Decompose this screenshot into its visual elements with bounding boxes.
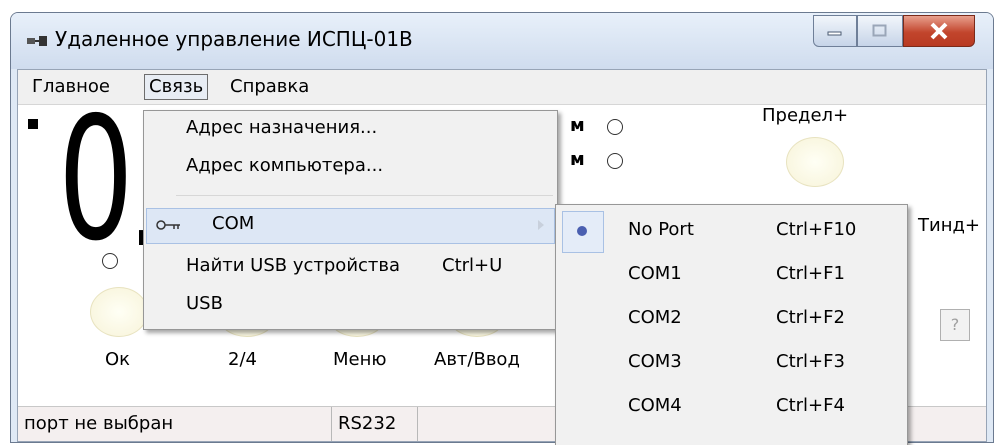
menu-spravka[interactable]: Справка xyxy=(226,75,313,99)
key-icon xyxy=(156,220,180,230)
unit-label-1: м xyxy=(570,115,585,136)
menu-bar: Главное Связь Справка xyxy=(18,70,986,105)
indicator-square xyxy=(28,119,38,129)
menu-label: Меню xyxy=(333,349,387,370)
maximize-icon xyxy=(872,24,887,37)
svyaz-dropdown-menu: Адрес назначения... Адрес компьютера... … xyxy=(143,110,558,330)
ok-button[interactable] xyxy=(90,287,148,337)
title-bar[interactable]: Удаленное управление ИСПЦ-01В xyxy=(11,13,993,69)
menu-separator xyxy=(176,195,553,196)
com-item-com4[interactable]: COM4 xyxy=(628,395,682,416)
unit-label-2: м xyxy=(570,149,585,170)
app-icon xyxy=(27,36,47,46)
submenu-arrow-icon xyxy=(538,220,544,230)
ok-indicator xyxy=(102,253,118,269)
ok-label: Ок xyxy=(105,349,131,370)
com-item-com1-shortcut: Ctrl+F1 xyxy=(776,263,845,284)
minimize-button[interactable] xyxy=(813,15,857,47)
close-button[interactable] xyxy=(903,15,975,47)
port-status: порт не выбран xyxy=(18,407,332,441)
auto-input-label: Авт/Ввод xyxy=(434,349,520,370)
com-item-com2[interactable]: COM2 xyxy=(628,307,682,328)
help-button[interactable]: ? xyxy=(940,309,970,341)
menu-svyaz[interactable]: Связь xyxy=(144,74,209,100)
window-controls xyxy=(813,15,975,49)
com-item-com3[interactable]: COM3 xyxy=(628,351,682,372)
maximize-button[interactable] xyxy=(857,15,903,47)
unit-indicator-2 xyxy=(607,153,623,169)
tind-plus-label: Тинд+ xyxy=(918,215,980,236)
close-icon xyxy=(930,22,948,40)
interface-status: RS232 xyxy=(332,407,418,441)
com-submenu: No Port Ctrl+F10 COM1 Ctrl+F1 COM2 Ctrl+… xyxy=(555,204,908,445)
mode-label: 2/4 xyxy=(228,349,257,370)
limit-plus-lamp xyxy=(786,137,844,187)
menu-item-find-usb-shortcut: Ctrl+U xyxy=(442,255,503,276)
display-digit: 0 xyxy=(58,81,134,279)
com-item-com1[interactable]: COM1 xyxy=(628,263,682,284)
radio-selected-icon xyxy=(577,226,587,236)
com-item-no-port[interactable]: No Port xyxy=(628,219,694,240)
com-item-com2-shortcut: Ctrl+F2 xyxy=(776,307,845,328)
menu-item-destination-address[interactable]: Адрес назначения... xyxy=(186,117,377,138)
limit-plus-label: Предел+ xyxy=(762,105,849,126)
menu-item-com-label: COM xyxy=(212,213,255,234)
window-title: Удаленное управление ИСПЦ-01В xyxy=(55,27,413,51)
unit-indicator-1 xyxy=(607,119,623,135)
minimize-icon xyxy=(827,31,842,36)
menu-item-find-usb[interactable]: Найти USB устройства xyxy=(186,255,400,276)
com-item-no-port-shortcut: Ctrl+F10 xyxy=(776,219,857,240)
menu-item-usb[interactable]: USB xyxy=(186,293,223,314)
com-item-com3-shortcut: Ctrl+F3 xyxy=(776,351,845,372)
menu-item-com[interactable] xyxy=(146,208,555,244)
menu-item-computer-address[interactable]: Адрес компьютера... xyxy=(186,155,383,176)
com-item-com4-shortcut: Ctrl+F4 xyxy=(776,395,845,416)
